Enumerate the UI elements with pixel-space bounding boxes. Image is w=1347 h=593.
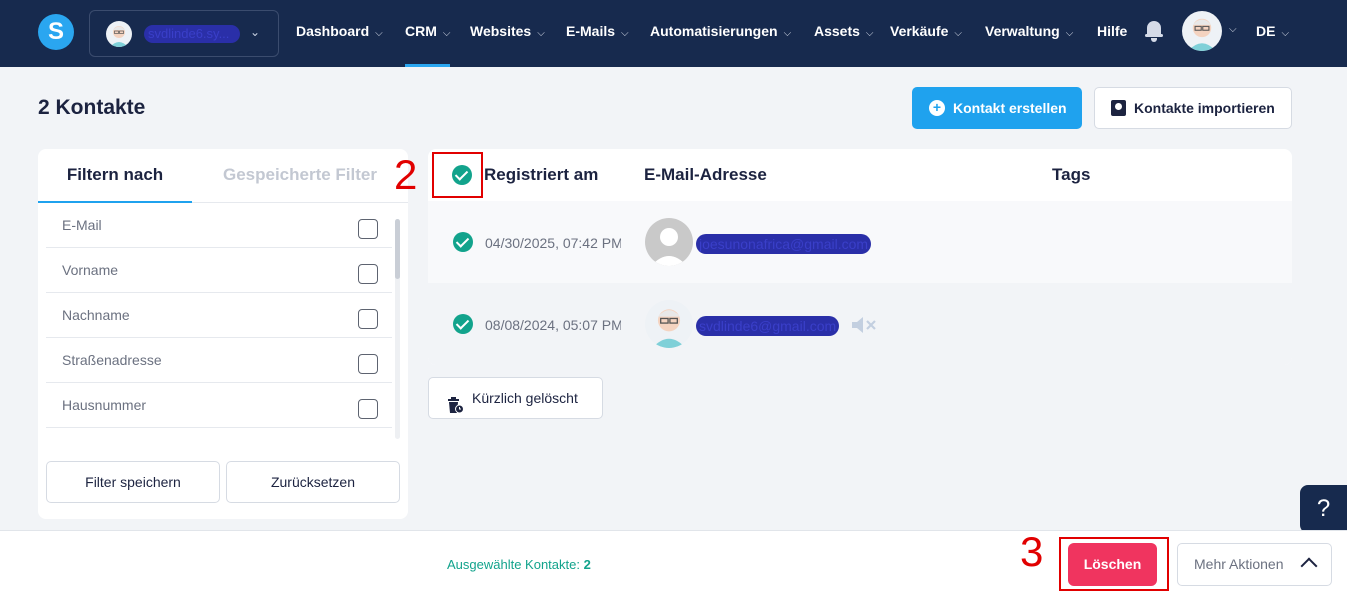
- selected-contacts-count: 2: [583, 557, 591, 572]
- help-button[interactable]: ?: [1300, 485, 1347, 533]
- row-date: 08/08/2024, 05:07 PM: [485, 317, 621, 333]
- account-name: svdlinde6.sy...: [144, 25, 240, 43]
- nav-automatisierungen[interactable]: Automatisierungen ⌵: [650, 0, 791, 64]
- column-tags[interactable]: Tags: [1052, 165, 1090, 185]
- chevron-up-icon: [1300, 557, 1318, 575]
- chevron-down-icon: ⌵: [1065, 28, 1074, 39]
- avatar: [645, 218, 693, 266]
- account-avatar: [106, 21, 132, 47]
- filter-checkbox[interactable]: [358, 354, 378, 374]
- filter-checkbox[interactable]: [358, 264, 378, 284]
- bell-icon[interactable]: [1145, 20, 1163, 42]
- import-contacts-label: Kontakte importieren: [1134, 100, 1275, 116]
- filter-item-lastname[interactable]: Nachname: [46, 293, 392, 338]
- row-checkbox[interactable]: [453, 232, 473, 252]
- chevron-down-icon: ⌵: [865, 28, 874, 39]
- selected-contacts-text: Ausgewählte Kontakte:: [447, 557, 580, 572]
- nav-emails-label: E-Mails: [566, 23, 616, 39]
- contact-card-icon: [1111, 100, 1126, 116]
- import-contacts-button[interactable]: Kontakte importieren: [1094, 87, 1292, 129]
- recently-deleted-label: Kürzlich gelöscht: [472, 390, 578, 406]
- more-actions-button[interactable]: Mehr Aktionen: [1177, 543, 1332, 586]
- app-logo[interactable]: S: [38, 14, 74, 50]
- avatar: [645, 300, 693, 348]
- plus-circle-icon: +: [929, 100, 945, 116]
- nav-dashboard[interactable]: Dashboard ⌵: [296, 0, 383, 64]
- chevron-down-icon: ⌵: [783, 28, 792, 39]
- filter-item-label: E-Mail: [62, 217, 102, 233]
- nav-websites-label: Websites: [470, 23, 532, 39]
- annotation-box-select-all: [432, 152, 483, 198]
- row-email[interactable]: svdlinde6@gmail.com: [696, 316, 840, 336]
- nav-verkaeufe-label: Verkäufe: [890, 23, 949, 39]
- nav-assets-label: Assets: [814, 23, 860, 39]
- chevron-down-icon: ⌵: [375, 28, 383, 39]
- filter-checkbox[interactable]: [358, 399, 378, 419]
- annotation-step-3: 3: [1020, 528, 1044, 575]
- nav-crm-label: CRM: [405, 23, 437, 39]
- nav-verkaeufe[interactable]: Verkäufe ⌵: [890, 0, 962, 64]
- page-title: 2 Kontakte: [38, 96, 146, 119]
- nav-automatisierungen-label: Automatisierungen: [650, 23, 778, 39]
- nav-websites[interactable]: Websites ⌵: [470, 0, 545, 64]
- save-filter-button[interactable]: Filter speichern: [46, 461, 220, 503]
- filter-checkbox[interactable]: [358, 219, 378, 239]
- language-label: DE: [1256, 23, 1276, 39]
- filter-checkbox[interactable]: [358, 309, 378, 329]
- row-checkbox[interactable]: [453, 314, 473, 334]
- nav-verwaltung-label: Verwaltung: [985, 23, 1060, 39]
- tab-filter-by[interactable]: Filtern nach: [38, 149, 192, 203]
- recently-deleted-button[interactable]: Kürzlich gelöscht: [428, 377, 603, 419]
- selected-contacts-label: Ausgewählte Kontakte: 2: [447, 557, 591, 572]
- filter-scrollbar-thumb[interactable]: [395, 219, 400, 279]
- create-contact-button[interactable]: + Kontakt erstellen: [912, 87, 1082, 129]
- column-email[interactable]: E-Mail-Adresse: [644, 165, 767, 185]
- row-date: 04/30/2025, 07:42 PM: [485, 235, 621, 251]
- language-switcher[interactable]: DE ⌵: [1256, 0, 1289, 64]
- filter-item-house-number[interactable]: Hausnummer: [46, 383, 392, 428]
- table-header: Registriert am E-Mail-Adresse Tags: [428, 149, 1292, 201]
- create-contact-label: Kontakt erstellen: [953, 100, 1067, 116]
- filter-item-label: Vorname: [62, 262, 119, 278]
- chevron-down-icon: ⌵: [1281, 28, 1290, 39]
- nav-dashboard-label: Dashboard: [296, 23, 370, 39]
- filter-item-label: Nachname: [62, 307, 130, 323]
- row-email[interactable]: joesunonafrica@gmail.com: [696, 234, 872, 254]
- filter-item-firstname[interactable]: Vorname: [46, 248, 392, 293]
- filter-item-email[interactable]: E-Mail: [46, 203, 392, 248]
- trash-clock-icon: [446, 389, 464, 414]
- user-avatar[interactable]: [1182, 11, 1222, 51]
- nav-crm[interactable]: CRM ⌵: [405, 0, 451, 67]
- table-row[interactable]: 04/30/2025, 07:42 PM joesunonafrica@gmai…: [428, 201, 1292, 283]
- filter-item-label: Straßenadresse: [62, 352, 162, 368]
- filter-scrollbar[interactable]: [395, 219, 400, 439]
- tab-saved-filters[interactable]: Gespeicherte Filter: [192, 149, 408, 203]
- chevron-down-icon: ⌄: [250, 25, 261, 39]
- nav-emails[interactable]: E-Mails ⌵: [566, 0, 629, 64]
- chevron-down-icon[interactable]: ⌵: [1229, 24, 1237, 35]
- annotation-box-delete: [1059, 537, 1169, 591]
- muted-speaker-icon: [850, 316, 878, 334]
- chevron-down-icon: ⌵: [442, 28, 451, 39]
- nav-help[interactable]: Hilfe: [1097, 0, 1127, 64]
- chevron-down-icon: ⌵: [954, 28, 962, 39]
- account-switcher[interactable]: svdlinde6.sy... ⌄: [89, 10, 279, 57]
- nav-assets[interactable]: Assets ⌵: [814, 0, 874, 64]
- column-registered[interactable]: Registriert am: [484, 165, 598, 185]
- table-row[interactable]: 08/08/2024, 05:07 PM svdlinde6@gmail.com: [428, 283, 1292, 365]
- annotation-step-2: 2: [394, 151, 418, 198]
- chevron-down-icon: ⌵: [621, 28, 629, 39]
- contacts-table: Registriert am E-Mail-Adresse Tags 04/30…: [428, 149, 1292, 365]
- chevron-down-icon: ⌵: [537, 28, 545, 39]
- filter-panel: Filtern nach Gespeicherte Filter E-Mail …: [38, 149, 408, 519]
- top-navigation: S svdlinde6.sy... ⌄ Dashboard ⌵ CRM ⌵ Webs…: [0, 0, 1347, 67]
- filter-list: E-Mail Vorname Nachname Straßenadresse H…: [46, 203, 392, 428]
- filter-item-street[interactable]: Straßenadresse: [46, 338, 392, 383]
- reset-filter-button[interactable]: Zurücksetzen: [226, 461, 400, 503]
- nav-verwaltung[interactable]: Verwaltung ⌵: [985, 0, 1073, 64]
- filter-item-label: Hausnummer: [62, 397, 147, 413]
- more-actions-label: Mehr Aktionen: [1194, 556, 1284, 572]
